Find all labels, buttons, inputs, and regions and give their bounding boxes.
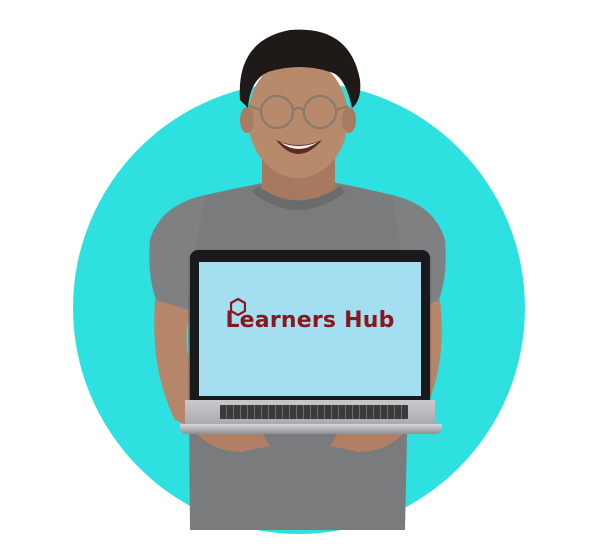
laptop-base xyxy=(180,424,442,434)
brand-wordmark: Learners Hub xyxy=(225,308,395,333)
laptop-screen: Learners Hub xyxy=(199,262,421,396)
hero-image: Learners Hub xyxy=(0,0,597,547)
left-ear xyxy=(240,107,254,133)
right-ear xyxy=(342,107,356,133)
laptop-keyboard xyxy=(220,405,408,419)
